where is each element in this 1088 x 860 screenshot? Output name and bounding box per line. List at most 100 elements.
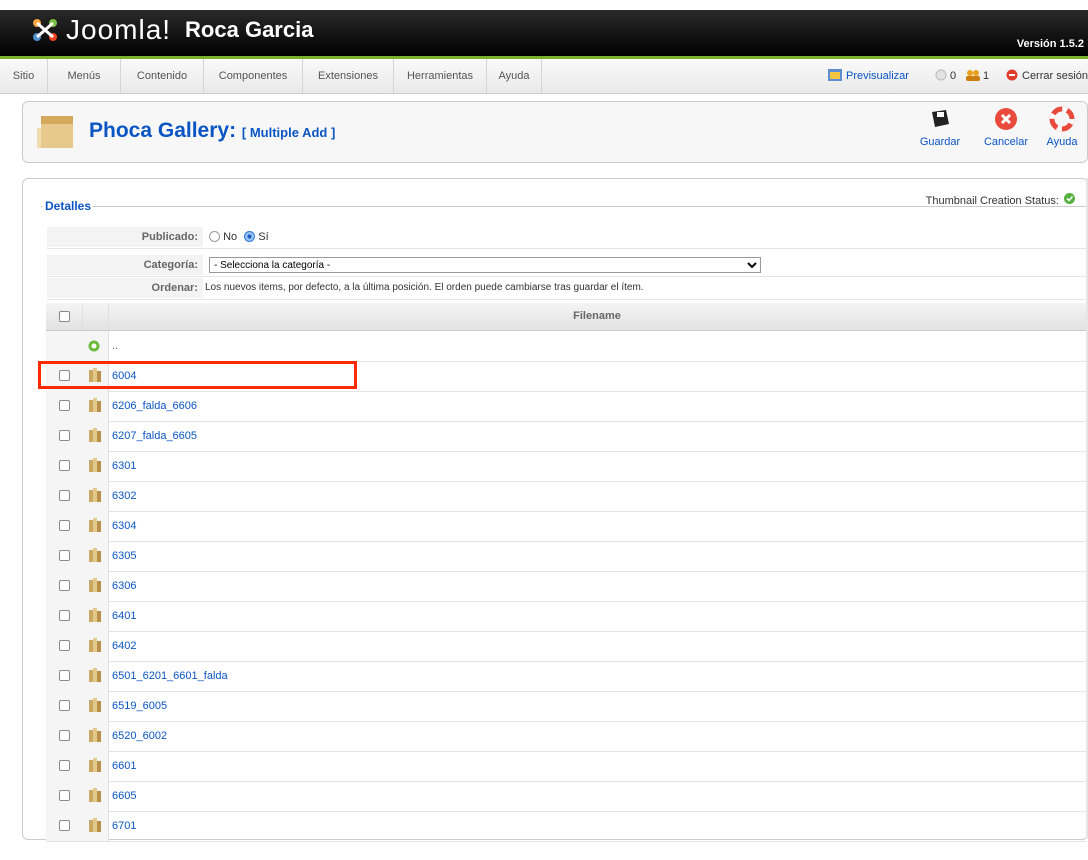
cancel-button[interactable]: Cancelar xyxy=(979,106,1033,148)
row-checkbox-cell xyxy=(46,511,83,541)
row-icon-cell xyxy=(82,811,109,841)
menu-menus[interactable]: Menús xyxy=(48,59,121,93)
header-icon-cell xyxy=(82,303,109,330)
row-checkbox-cell xyxy=(46,721,83,751)
row-icon-cell xyxy=(82,721,109,751)
parent-folder-link[interactable]: .. xyxy=(112,331,118,361)
menu-herramientas[interactable]: Herramientas xyxy=(394,59,487,93)
folder-link[interactable]: 6301 xyxy=(112,451,136,481)
row-checkbox[interactable] xyxy=(59,520,70,531)
row-icon-cell xyxy=(82,511,109,541)
table-row[interactable]: 6304 xyxy=(46,511,1086,542)
help-button[interactable]: Ayuda xyxy=(1039,106,1085,148)
version-label: Versión 1.5.2 xyxy=(1016,38,1084,50)
folder-link[interactable]: 6501_6201_6601_falda xyxy=(112,661,228,691)
folder-icon xyxy=(89,398,101,412)
folder-icon xyxy=(89,608,101,622)
menu-extensiones[interactable]: Extensiones xyxy=(303,59,394,93)
published-yes-radio[interactable] xyxy=(244,231,256,242)
logout-icon xyxy=(1006,69,1018,81)
row-checkbox-cell xyxy=(46,751,83,781)
table-row[interactable]: 6401 xyxy=(46,601,1086,632)
row-checkbox-cell xyxy=(46,481,83,511)
table-row[interactable]: 6605 xyxy=(46,781,1086,812)
table-row[interactable]: 6305 xyxy=(46,541,1086,572)
preview-link[interactable]: Previsualizar xyxy=(828,59,909,93)
folder-link[interactable]: 6302 xyxy=(112,481,136,511)
table-row[interactable]: 6402 xyxy=(46,631,1086,662)
row-icon-cell xyxy=(82,691,109,721)
joomla-logo[interactable]: Joomla! Roca Garcia xyxy=(30,10,313,50)
folder-link[interactable]: 6701 xyxy=(112,811,136,841)
published-no-radio[interactable] xyxy=(209,231,220,242)
folder-icon xyxy=(89,638,101,652)
folder-link[interactable]: 6206_falda_6606 xyxy=(112,391,197,421)
parent-row-icon-cell xyxy=(82,331,109,361)
folder-link[interactable]: 6402 xyxy=(112,631,136,661)
logo-wordmark: Joomla! xyxy=(66,14,172,45)
help-label: Ayuda xyxy=(1046,136,1078,148)
row-checkbox-cell xyxy=(46,391,83,421)
row-checkbox[interactable] xyxy=(59,580,70,591)
table-row[interactable]: 6520_6002 xyxy=(46,721,1086,752)
main-menu-bar: Sitio Menús Contenido Componentes Extens… xyxy=(0,59,1088,94)
row-checkbox[interactable] xyxy=(59,550,70,561)
folder-link[interactable]: 6304 xyxy=(112,511,136,541)
row-checkbox[interactable] xyxy=(59,700,70,711)
table-row[interactable]: 6301 xyxy=(46,451,1086,482)
row-checkbox[interactable] xyxy=(59,430,70,441)
folder-icon xyxy=(89,668,101,682)
table-row[interactable]: 6306 xyxy=(46,571,1086,602)
details-legend: Detalles xyxy=(45,199,92,213)
row-checkbox[interactable] xyxy=(59,670,70,681)
row-checkbox[interactable] xyxy=(59,610,70,621)
row-checkbox-cell xyxy=(46,601,83,631)
row-checkbox[interactable] xyxy=(59,490,70,501)
folder-icon xyxy=(89,518,101,532)
folder-link[interactable]: 6605 xyxy=(112,781,136,811)
category-select[interactable]: - Selecciona la categoría - xyxy=(209,257,761,273)
table-row[interactable]: 6701 xyxy=(46,811,1086,842)
cancel-label: Cancelar xyxy=(983,136,1029,148)
save-button[interactable]: Guardar xyxy=(913,106,967,148)
folder-link[interactable]: 6207_falda_6605 xyxy=(112,421,197,451)
folder-link[interactable]: 6520_6002 xyxy=(112,721,167,751)
filename-column-header[interactable]: Filename xyxy=(108,303,1086,330)
row-checkbox[interactable] xyxy=(59,730,70,741)
folder-link[interactable]: 6305 xyxy=(112,541,136,571)
menu-componentes[interactable]: Componentes xyxy=(204,59,303,93)
table-row[interactable]: 6302 xyxy=(46,481,1086,512)
header-checkbox-cell xyxy=(46,303,83,330)
table-row[interactable]: 6501_6201_6601_falda xyxy=(46,661,1086,692)
folder-link[interactable]: 6306 xyxy=(112,571,136,601)
component-box-icon xyxy=(37,116,73,148)
folder-link[interactable]: 6519_6005 xyxy=(112,691,167,721)
preview-label: Previsualizar xyxy=(846,70,909,82)
up-folder-icon xyxy=(88,340,100,352)
row-checkbox-cell xyxy=(46,631,83,661)
parent-folder-row[interactable]: .. xyxy=(46,331,1086,362)
row-icon-cell xyxy=(82,541,109,571)
messages-indicator[interactable]: 0 xyxy=(935,59,956,93)
row-checkbox[interactable] xyxy=(59,760,70,771)
table-row[interactable]: 6207_falda_6605 xyxy=(46,421,1086,452)
row-checkbox-cell xyxy=(46,571,83,601)
menu-ayuda[interactable]: Ayuda xyxy=(487,59,542,93)
table-row[interactable]: 6519_6005 xyxy=(46,691,1086,722)
folder-icon xyxy=(89,488,101,502)
online-users-indicator[interactable]: 1 xyxy=(966,59,989,93)
menu-sitio[interactable]: Sitio xyxy=(0,59,48,93)
row-checkbox[interactable] xyxy=(59,640,70,651)
table-row[interactable]: 6206_falda_6606 xyxy=(46,391,1086,422)
row-checkbox[interactable] xyxy=(59,790,70,801)
messages-icon xyxy=(935,69,947,81)
row-checkbox[interactable] xyxy=(59,460,70,471)
row-checkbox[interactable] xyxy=(59,400,70,411)
logout-link[interactable]: Cerrar sesión xyxy=(1006,59,1088,93)
folder-link[interactable]: 6401 xyxy=(112,601,136,631)
table-row[interactable]: 6601 xyxy=(46,751,1086,782)
select-all-checkbox[interactable] xyxy=(59,311,70,322)
menu-contenido[interactable]: Contenido xyxy=(121,59,204,93)
row-checkbox[interactable] xyxy=(59,820,70,831)
folder-link[interactable]: 6601 xyxy=(112,751,136,781)
